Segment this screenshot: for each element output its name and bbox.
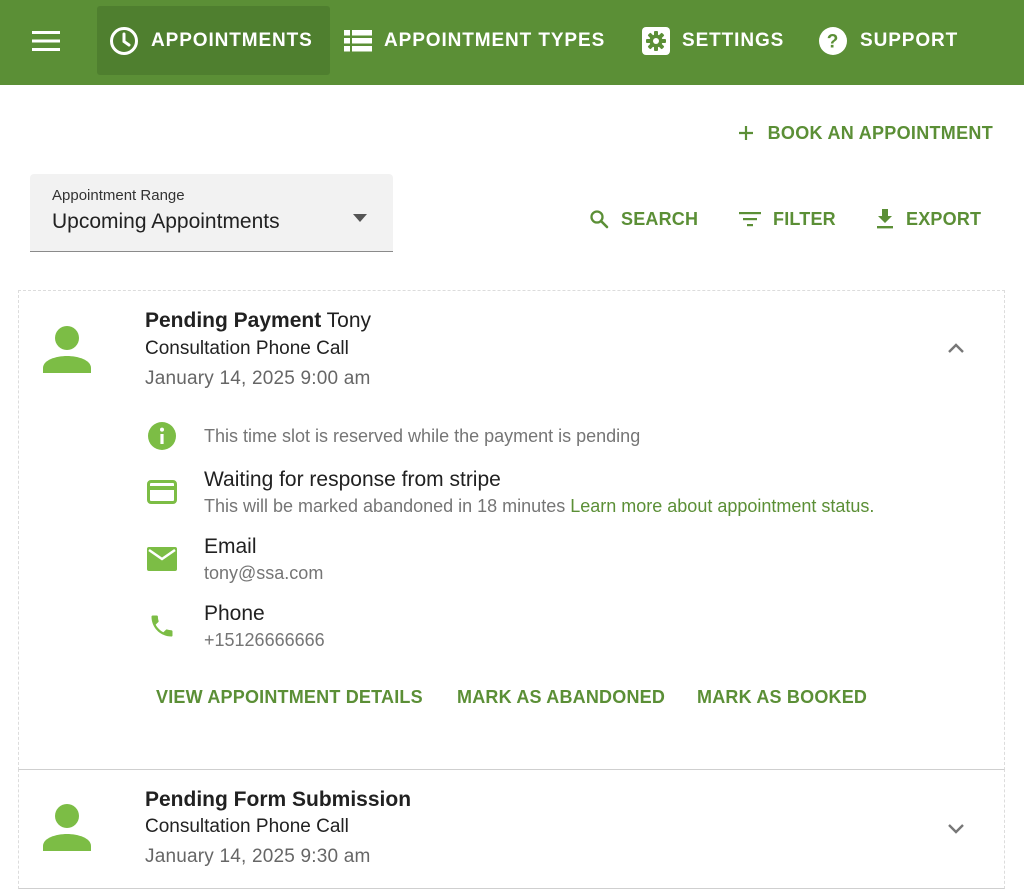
customer-name: Tony xyxy=(326,309,372,332)
gear-icon xyxy=(642,26,670,55)
caret-down-icon xyxy=(353,209,367,227)
svg-text:?: ? xyxy=(827,31,840,52)
appointment-range-value: Upcoming Appointments xyxy=(52,210,280,233)
appointment-range-label: Appointment Range xyxy=(52,187,185,204)
filter-label: FILTER xyxy=(773,208,836,229)
phone-label: Phone xyxy=(204,602,265,625)
appointment-datetime: January 14, 2025 9:00 am xyxy=(145,368,371,389)
credit-card-icon xyxy=(147,477,177,507)
tab-appointments[interactable]: APPOINTMENTS xyxy=(97,6,330,75)
tab-label: APPOINTMENT TYPES xyxy=(384,29,606,51)
appointment-range-select[interactable]: Appointment Range Upcoming Appointments xyxy=(30,174,393,252)
hamburger-icon xyxy=(32,31,60,51)
search-label: SEARCH xyxy=(621,208,699,229)
person-icon xyxy=(43,326,91,373)
phone-value: +15126666666 xyxy=(204,630,325,650)
tab-support[interactable]: ? SUPPORT xyxy=(818,6,958,75)
info-icon xyxy=(147,421,177,451)
help-icon: ? xyxy=(818,26,848,56)
appointment-status: Pending Form Submission xyxy=(145,788,412,811)
menu-button[interactable] xyxy=(22,20,70,62)
appointment-service: Consultation Phone Call xyxy=(145,338,349,359)
payment-status-title: Waiting for response from stripe xyxy=(204,468,501,491)
tab-label: SUPPORT xyxy=(860,29,959,51)
list-icon xyxy=(344,29,372,52)
appointment-datetime: January 14, 2025 9:30 am xyxy=(145,846,371,867)
email-label: Email xyxy=(204,535,257,558)
clock-icon xyxy=(109,26,139,56)
view-appointment-details-button[interactable]: VIEW APPOINTMENT DETAILS xyxy=(156,687,423,708)
appointment-status: Pending Payment xyxy=(145,309,322,332)
filter-icon xyxy=(739,211,761,227)
tab-appointment-types[interactable]: APPOINTMENT TYPES xyxy=(344,6,605,75)
appointment-card[interactable]: Pending Form Submission Consultation Pho… xyxy=(18,769,1005,889)
export-button[interactable]: EXPORT xyxy=(876,204,981,234)
person-icon xyxy=(43,804,91,851)
filter-button[interactable]: FILTER xyxy=(739,204,836,234)
tab-label: APPOINTMENTS xyxy=(151,29,313,51)
learn-more-link[interactable]: Learn more about appointment status. xyxy=(570,496,874,516)
tab-label: SETTINGS xyxy=(682,29,785,51)
mark-as-booked-button[interactable]: MARK AS BOOKED xyxy=(697,687,867,708)
chevron-up-icon[interactable] xyxy=(944,337,968,361)
appointment-card[interactable]: Pending Payment Tony Consultation Phone … xyxy=(18,290,1005,770)
phone-icon xyxy=(147,611,177,641)
appointment-title: Pending Payment Tony xyxy=(145,309,371,333)
top-navigation: APPOINTMENTS APPOINTMENT TYPES SETTINGS … xyxy=(0,0,1024,85)
payment-status-subtitle: This will be marked abandoned in 18 minu… xyxy=(204,496,874,517)
appointment-title: Pending Form Submission xyxy=(145,788,411,812)
appointment-service: Consultation Phone Call xyxy=(145,816,349,837)
book-appointment-button[interactable]: BOOK AN APPOINTMENT xyxy=(738,118,993,148)
abandon-countdown: This will be marked abandoned in 18 minu… xyxy=(204,496,566,516)
export-label: EXPORT xyxy=(906,208,982,229)
payment-pending-note: This time slot is reserved while the pay… xyxy=(204,426,641,446)
plus-icon xyxy=(738,125,754,141)
email-icon xyxy=(147,544,177,574)
tab-settings[interactable]: SETTINGS xyxy=(642,6,784,75)
search-button[interactable]: SEARCH xyxy=(589,204,698,234)
download-icon xyxy=(876,209,894,229)
book-appointment-label: BOOK AN APPOINTMENT xyxy=(767,122,993,143)
email-value: tony@ssa.com xyxy=(204,563,324,583)
chevron-down-icon[interactable] xyxy=(944,816,968,840)
search-icon xyxy=(589,209,609,229)
mark-as-abandoned-button[interactable]: MARK AS ABANDONED xyxy=(457,687,665,708)
